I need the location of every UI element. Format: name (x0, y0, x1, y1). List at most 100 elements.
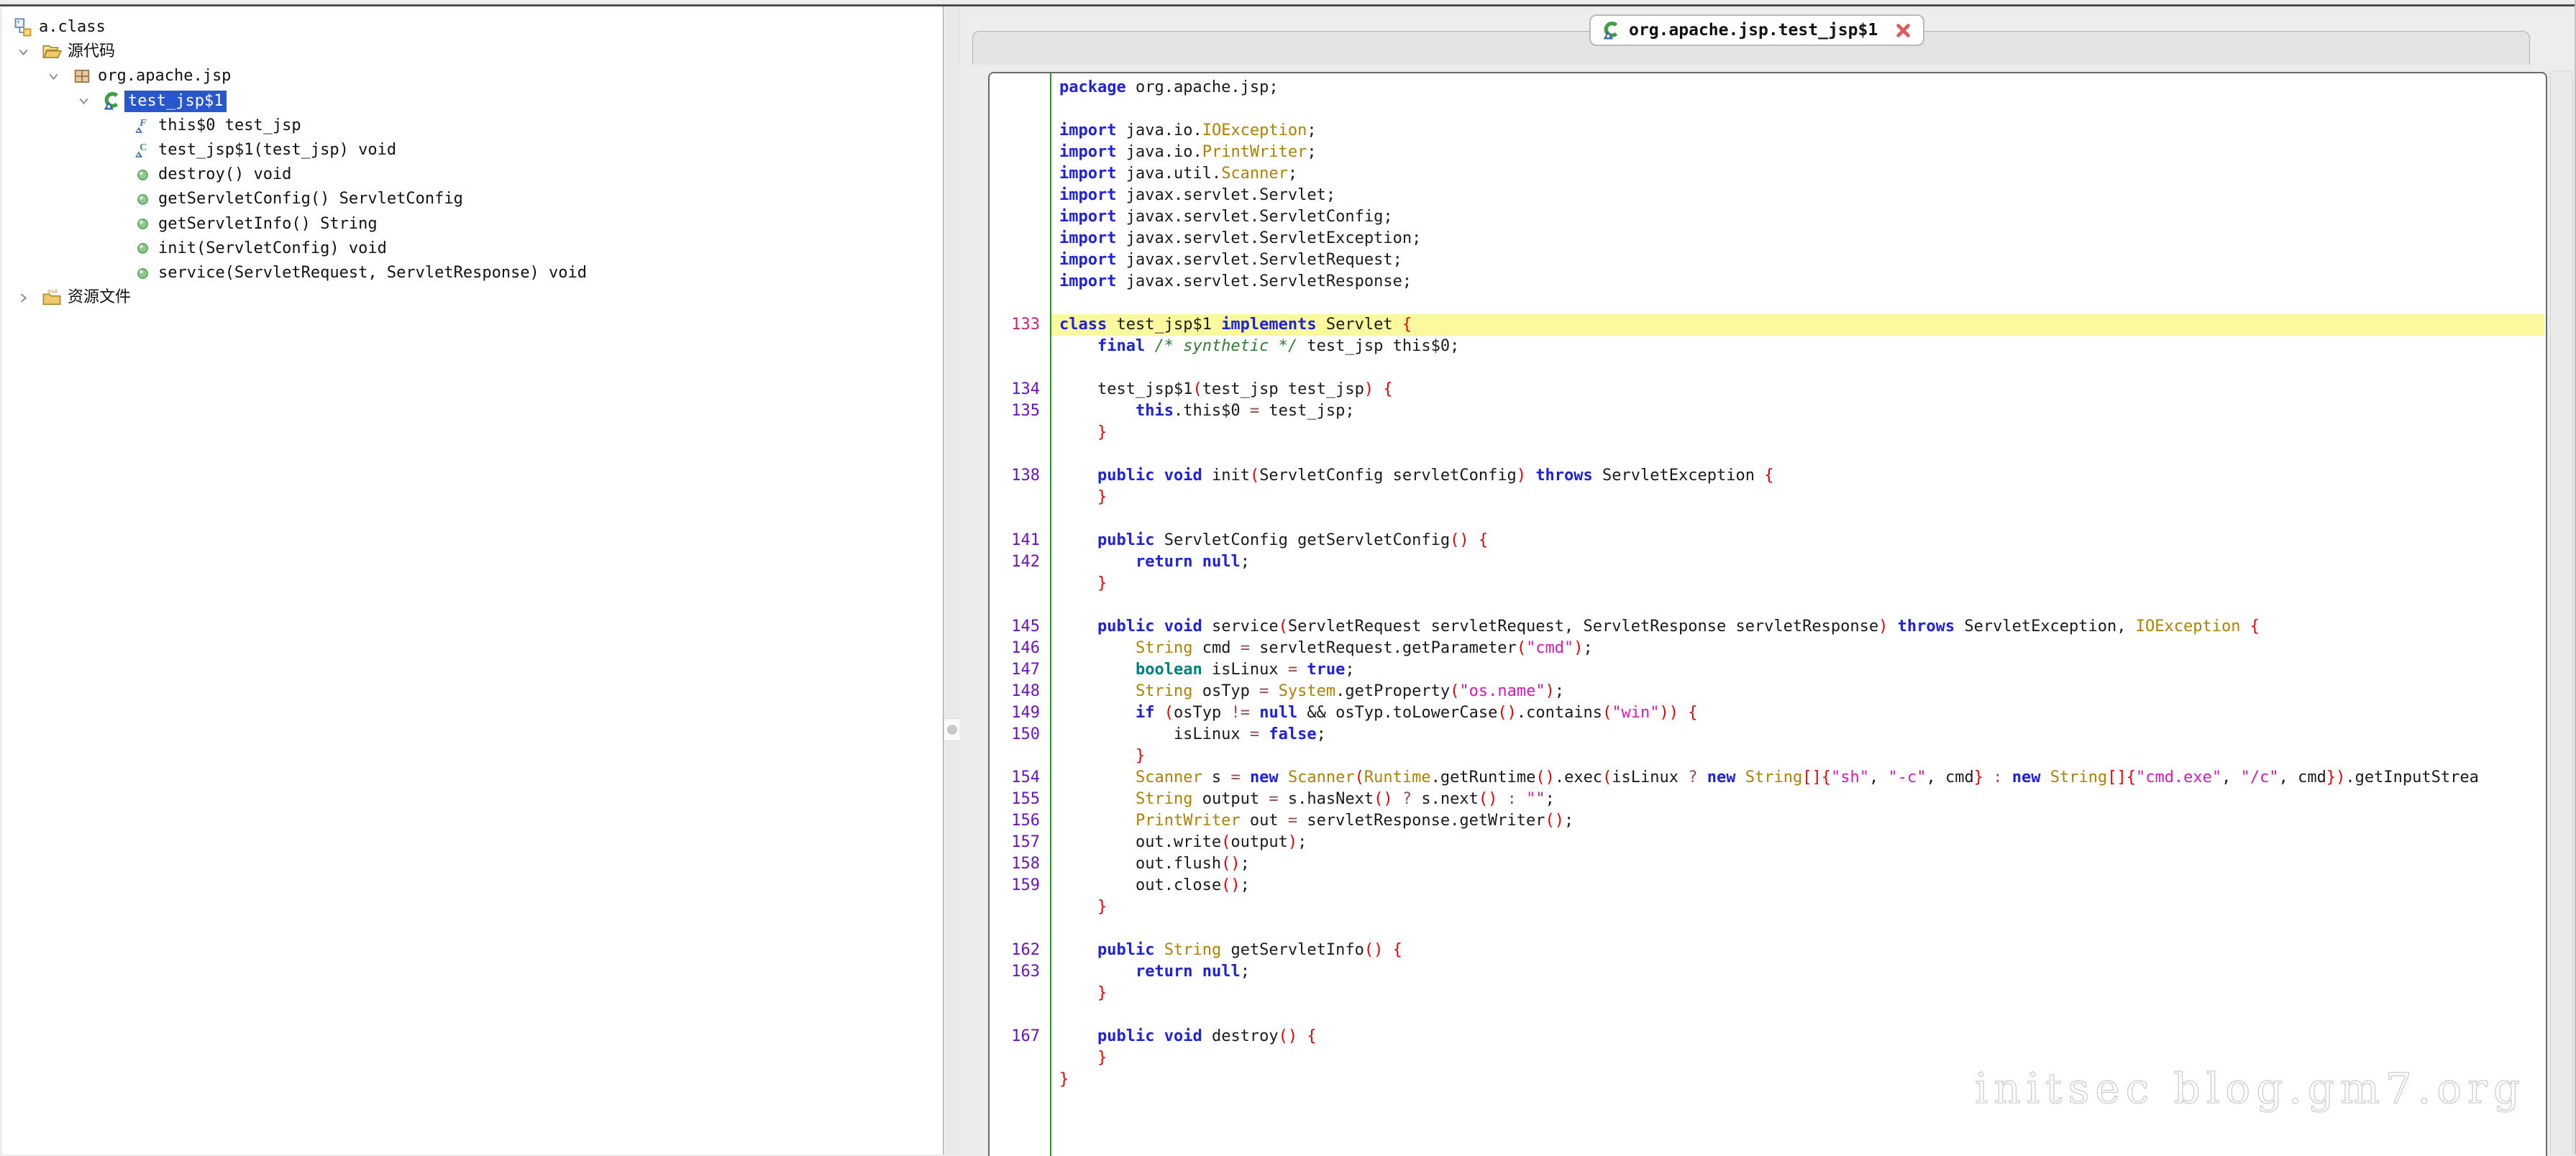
code-line: out.flush(); (1051, 853, 2544, 875)
method-icon (132, 187, 153, 211)
line-number: 158 (990, 853, 1050, 875)
code-line: if (osTyp != null && osTyp.toLowerCase()… (1051, 702, 2544, 724)
code-line: import javax.servlet.ServletRequest; (1051, 249, 2544, 271)
tree-item-label: test_jsp$1(test_jsp) void (155, 139, 400, 161)
tree-item[interactable]: 源代码 (2, 40, 943, 64)
code-editor[interactable]: 133 134135 138 141142 145146147148149150 154 1… (988, 72, 2547, 1156)
splitter-handle[interactable] (944, 718, 960, 741)
class-icon (101, 89, 123, 114)
constructor-icon: C (132, 138, 153, 162)
line-number: 159 (990, 875, 1050, 896)
tree-item[interactable]: service(ServletRequest, ServletResponse)… (2, 261, 943, 285)
svg-text:C: C (140, 142, 147, 153)
code-line: public void service(ServletRequest servl… (1051, 616, 2544, 638)
chevron-down-icon[interactable] (44, 64, 63, 88)
chevron-down-icon[interactable] (74, 89, 93, 114)
method-icon (132, 237, 153, 261)
code-area[interactable]: package org.apache.jsp; import java.io.IO… (1051, 73, 2544, 1156)
tree-item-label: a.class (35, 17, 109, 38)
code-line: package org.apache.jsp; (1051, 77, 2544, 98)
code-line: public void destroy() { (1051, 1026, 2544, 1047)
code-line: import javax.servlet.ServletResponse; (1051, 271, 2544, 293)
watermark: initsec blog.gm7.org (1975, 1064, 2526, 1113)
code-line: out.write(output); (1051, 832, 2544, 853)
code-line: String output = s.hasNext() ? s.next() :… (1051, 789, 2544, 810)
line-number: 156 (990, 810, 1050, 832)
tree-item-label: service(ServletRequest, ServletResponse)… (155, 262, 590, 284)
class-icon (1602, 21, 1622, 40)
code-line: } (1051, 896, 2544, 918)
line-number: 138 (990, 465, 1050, 487)
line-number: 163 (990, 961, 1050, 983)
tree-item-label: org.apache.jsp (94, 65, 234, 87)
method-icon (132, 261, 153, 285)
class-file-icon (12, 15, 34, 40)
field-icon: F (132, 114, 153, 138)
tree-item[interactable]: org.apache.jsp (2, 64, 943, 88)
editor-tab[interactable]: org.apache.jsp.test_jsp$1 (1589, 14, 1924, 46)
line-number: 146 (990, 638, 1050, 659)
panel-splitter[interactable] (944, 6, 960, 1155)
line-number: 149 (990, 702, 1050, 724)
class-tree-panel[interactable]: a.class 源代码org.apache.jsp test_jsp$1Fthis$… (2, 6, 944, 1155)
tree-item[interactable]: init(ServletConfig) void (2, 237, 943, 261)
line-number: 150 (990, 724, 1050, 746)
line-number: 145 (990, 616, 1050, 638)
vertical-scrollbar[interactable] (2550, 70, 2573, 1155)
code-line: return null; (1051, 551, 2544, 573)
chevron-down-icon[interactable] (14, 40, 32, 64)
code-line: boolean isLinux = true; (1051, 659, 2544, 681)
tree-item[interactable]: a.class (2, 15, 943, 40)
tab-close-button[interactable] (1895, 22, 1912, 39)
line-number: 157 (990, 832, 1050, 853)
tree-item-label: 源代码 (64, 41, 119, 63)
tree-item-label: init(ServletConfig) void (155, 238, 390, 260)
tree-item-label: this$0 test_jsp (155, 115, 305, 137)
line-number: 148 (990, 681, 1050, 702)
line-number: 147 (990, 659, 1050, 681)
tree-item[interactable]: destroy() void (2, 162, 943, 187)
line-number: 142 (990, 551, 1050, 573)
code-line: import javax.servlet.ServletException; (1051, 228, 2544, 249)
code-line: public void init(ServletConfig servletCo… (1051, 465, 2544, 487)
folder-resources-icon: 010 (41, 285, 63, 310)
tree-item-label: test_jsp$1 (124, 91, 227, 112)
code-line: } (1051, 487, 2544, 508)
code-line: final /* synthetic */ test_jsp this$0; (1051, 336, 2544, 357)
line-number: 162 (990, 940, 1050, 961)
tree-item[interactable]: Fthis$0 test_jsp (2, 114, 943, 138)
code-line: this.this$0 = test_jsp; (1051, 400, 2544, 422)
code-line: String osTyp = System.getProperty("os.na… (1051, 681, 2544, 702)
tree-item[interactable]: getServletConfig() ServletConfig (2, 187, 943, 211)
code-line: isLinux = false; (1051, 724, 2544, 746)
code-line: } (1051, 422, 2544, 444)
line-number: 135 (990, 400, 1050, 422)
method-icon (132, 212, 153, 237)
package-icon (71, 64, 93, 88)
code-line: import java.io.IOException; (1051, 120, 2544, 142)
code-line: } (1051, 983, 2544, 1004)
line-number: 133 (990, 314, 1050, 336)
tree-item-label: getServletConfig() ServletConfig (155, 188, 467, 210)
tree-item-label: getServletInfo() String (155, 214, 381, 235)
code-line: return null; (1051, 961, 2544, 983)
code-line: import javax.servlet.ServletConfig; (1051, 206, 2544, 228)
chevron-right-icon[interactable] (14, 285, 32, 310)
folder-open-icon (41, 40, 63, 64)
splitter-grip-icon (947, 725, 957, 735)
code-line: Scanner s = new Scanner(Runtime.getRunti… (1051, 767, 2544, 789)
tree-item[interactable]: test_jsp$1 (2, 89, 943, 114)
line-number: 134 (990, 379, 1050, 400)
code-line: String cmd = servletRequest.getParameter… (1051, 638, 2544, 659)
code-line: class test_jsp$1 implements Servlet { (1051, 314, 2544, 336)
code-line: test_jsp$1(test_jsp test_jsp) { (1051, 379, 2544, 400)
tab-title: org.apache.jsp.test_jsp$1 (1629, 21, 1878, 40)
line-number: 154 (990, 767, 1050, 789)
tree-item[interactable]: 010资源文件 (2, 285, 943, 310)
code-line: import java.io.PrintWriter; (1051, 142, 2544, 163)
code-line: public ServletConfig getServletConfig() … (1051, 530, 2544, 551)
tree-item[interactable]: Ctest_jsp$1(test_jsp) void (2, 138, 943, 162)
line-number-gutter: 133 134135 138 141142 145146147148149150 154 1… (990, 73, 1051, 1156)
line-number: 141 (990, 530, 1050, 551)
tree-item[interactable]: getServletInfo() String (2, 212, 943, 237)
